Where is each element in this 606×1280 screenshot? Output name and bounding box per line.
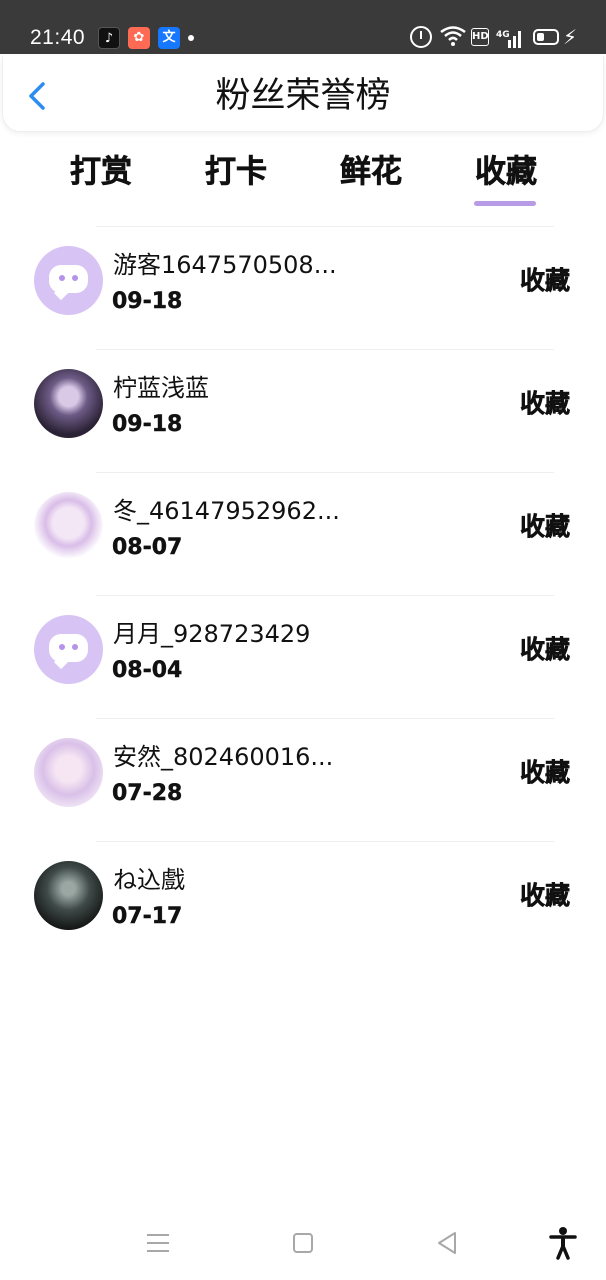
user-name: 游客1647570508... <box>113 251 337 279</box>
user-avatar <box>34 492 103 561</box>
list-item[interactable]: 柠蓝浅蓝 09-18 收藏 <box>0 350 606 472</box>
system-nav-bar <box>0 1210 606 1280</box>
date-label: 08-07 <box>112 535 183 560</box>
date-label: 09-18 <box>112 289 183 314</box>
active-tab-indicator <box>474 201 536 206</box>
home-icon[interactable] <box>293 1233 313 1253</box>
action-label: 收藏 <box>520 512 571 542</box>
user-name: 月月_928723429 <box>113 620 311 648</box>
list-item[interactable]: 月月_928723429 08-04 收藏 <box>0 596 606 718</box>
list-item[interactable]: 游客1647570508... 09-18 收藏 <box>0 227 606 349</box>
date-label: 08-04 <box>112 658 183 683</box>
date-label: 07-17 <box>112 904 183 929</box>
tab-favorites[interactable]: 收藏 <box>475 150 538 194</box>
list-item[interactable]: 安然_802460016... 07-28 收藏 <box>0 719 606 841</box>
translate-icon: 文 <box>158 27 180 49</box>
status-time: 21:40 <box>30 26 86 49</box>
notification-dot-icon <box>188 35 194 41</box>
app-icon: ✿ <box>128 27 150 49</box>
network-type-label: 4G <box>496 30 510 40</box>
user-name: 柠蓝浅蓝 <box>113 374 209 402</box>
tiktok-icon: ♪ <box>98 27 120 49</box>
date-label: 09-18 <box>112 412 183 437</box>
user-name: ね込戲 <box>113 866 185 894</box>
user-name: 冬_46147952962... <box>113 497 340 525</box>
action-label: 收藏 <box>520 758 571 788</box>
list-item[interactable]: 冬_46147952962... 08-07 收藏 <box>0 473 606 595</box>
back-triangle-icon[interactable] <box>434 1230 460 1256</box>
action-label: 收藏 <box>520 881 571 911</box>
user-avatar <box>34 738 103 807</box>
app-header: 粉丝荣誉榜 <box>2 56 604 132</box>
status-bar: 21:40 ♪ ✿ 文 HD 4G ⚡ <box>0 0 606 54</box>
menu-icon[interactable] <box>147 1234 169 1254</box>
list-item[interactable]: ね込戲 07-17 收藏 <box>0 842 606 964</box>
default-chat-avatar <box>34 246 103 315</box>
tab-checkin[interactable]: 打卡 <box>205 150 268 194</box>
page-title: 粉丝荣誉榜 <box>215 76 391 116</box>
action-label: 收藏 <box>520 266 571 296</box>
battery-icon <box>533 29 559 45</box>
signal-icon: 4G <box>496 30 521 48</box>
tab-flowers[interactable]: 鲜花 <box>340 150 403 194</box>
action-label: 收藏 <box>520 635 571 665</box>
date-label: 07-28 <box>112 781 183 806</box>
tab-bar: 打赏 打卡 鲜花 收藏 <box>0 150 606 210</box>
user-avatar <box>34 369 103 438</box>
tab-reward[interactable]: 打赏 <box>70 150 133 194</box>
default-chat-avatar <box>34 615 103 684</box>
hd-icon: HD <box>471 28 489 46</box>
charging-icon: ⚡ <box>563 25 578 49</box>
user-name: 安然_802460016... <box>113 743 334 771</box>
wifi-icon <box>440 26 466 46</box>
accessibility-icon[interactable] <box>548 1226 578 1260</box>
alarm-icon <box>410 26 432 48</box>
action-label: 收藏 <box>520 389 571 419</box>
user-avatar <box>34 861 103 930</box>
